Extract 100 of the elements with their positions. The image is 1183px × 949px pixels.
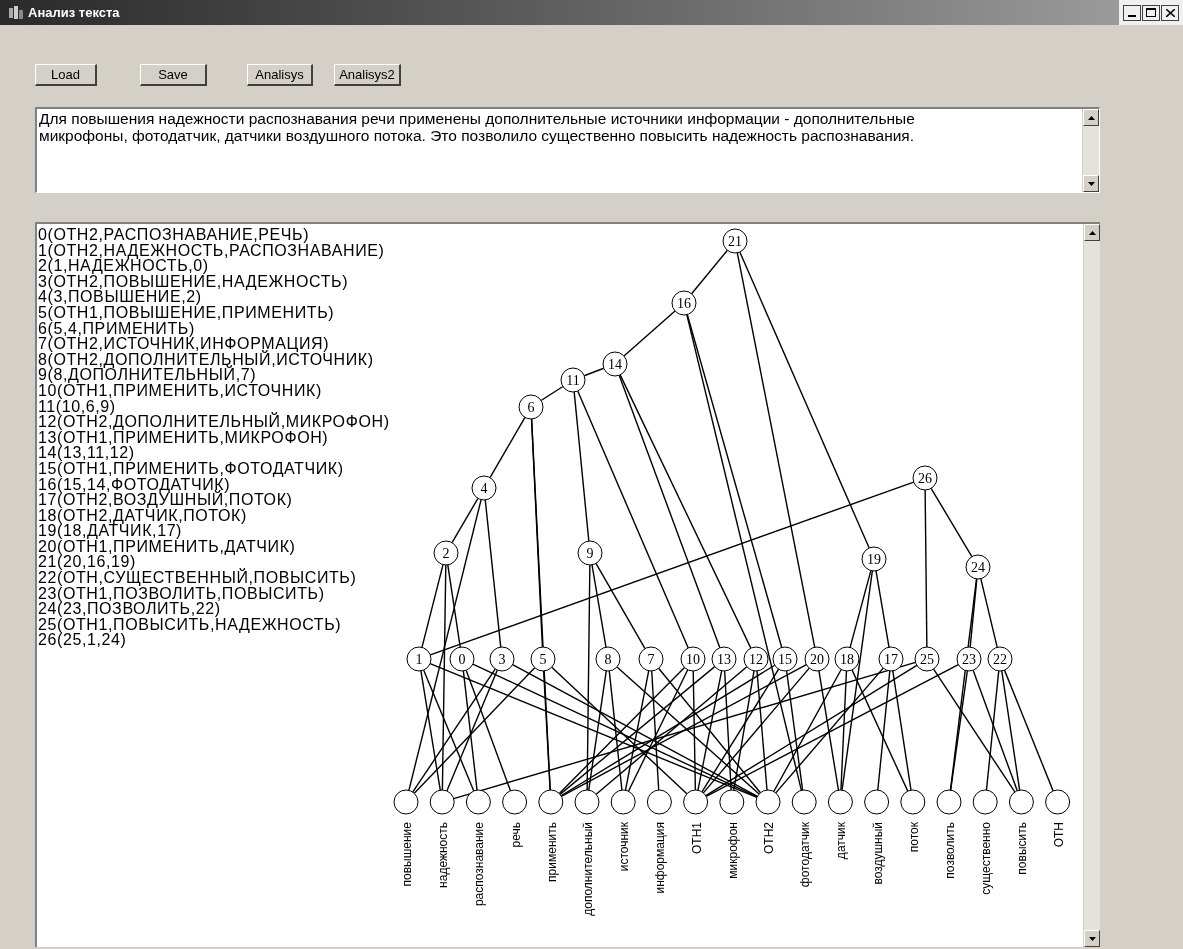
- down-arrow-icon: [1088, 936, 1096, 941]
- toolbar-button[interactable]: Analisys2: [334, 64, 401, 86]
- graph-node: 4: [471, 475, 497, 501]
- leaf-label: фотодатчик: [798, 822, 813, 888]
- graph-node: 22: [987, 646, 1013, 672]
- down-arrow-icon: [1087, 181, 1095, 186]
- leaf-node: [719, 789, 745, 815]
- graph-node: 20: [804, 646, 830, 672]
- relation-line: 3(ОТН2,ПОВЫШЕНИЕ,НАДЕЖНОСТЬ): [38, 273, 349, 290]
- relation-line: 7(ОТН2,ИСТОЧНИК,ИНФОРМАЦИЯ): [38, 336, 330, 352]
- graph-node: 3: [489, 646, 515, 672]
- minimize-button[interactable]: [1123, 4, 1141, 21]
- toolbar-button[interactable]: Load: [35, 64, 97, 86]
- leaf-node: [936, 789, 962, 815]
- leaf-node: [755, 789, 781, 815]
- relation-line: 5(ОТН1,ПОВЫШЕНИЕ,ПРИМЕНИТЬ): [38, 304, 335, 321]
- relation-line: 23(ОТН1,ПОЗВОЛИТЬ,ПОВЫСИТЬ): [38, 585, 325, 602]
- leaf-label: повышение: [400, 822, 414, 887]
- relation-line: 12(ОТН2,ДОПОЛНИТЕЛЬНЫЙ,МИКРОФОН): [38, 414, 390, 430]
- leaf-node: [683, 789, 709, 815]
- leaf-label: ОТН2: [762, 822, 776, 854]
- close-button[interactable]: [1161, 4, 1179, 21]
- leaf-label: дополнительный: [581, 822, 595, 916]
- relation-line: 25(ОТН1,ПОВЫСИТЬ,НАДЕЖНОСТЬ): [38, 616, 342, 633]
- text-area[interactable]: [35, 107, 1100, 193]
- graph-node: 21: [722, 228, 748, 254]
- graph-node: 25: [914, 646, 940, 672]
- relation-line: 18(ОТН2,ДАТЧИК,ПОТОК): [38, 507, 247, 524]
- graph-node: 5: [530, 646, 556, 672]
- leaf-node: [610, 789, 636, 815]
- leaf-label: источник: [617, 822, 632, 872]
- leaf-node: [827, 789, 853, 815]
- leaf-node: [1045, 789, 1071, 815]
- scroll-down-button[interactable]: [1084, 930, 1100, 947]
- relation-line: 2(1,НАДЕЖНОСТЬ,0): [38, 258, 209, 274]
- leaf-node: [1008, 789, 1034, 815]
- relation-line: 15(ОТН1,ПРИМЕНИТЬ,ФОТОДАТЧИК): [38, 460, 344, 477]
- graph-node: 12: [743, 646, 769, 672]
- graph-node: 24: [965, 554, 991, 580]
- relation-line: 13(ОТН1,ПРИМЕНИТЬ,МИКРОФОН): [38, 429, 329, 446]
- leaf-node: [465, 789, 491, 815]
- relation-line: 9(8,ДОПОЛНИТЕЛЬНЫЙ,7): [38, 367, 257, 383]
- leaf-label: применить: [544, 822, 559, 882]
- graph-node: 16: [671, 290, 697, 316]
- scroll-up-button[interactable]: [1083, 109, 1099, 126]
- leaf-label: распознавание: [472, 822, 487, 907]
- graph-node: 19: [861, 546, 887, 572]
- relation-line: 22(ОТН,СУЩЕСТВЕННЫЙ,ПОВЫСИТЬ): [38, 570, 357, 586]
- leaf-node: [791, 789, 817, 815]
- leaf-node: [646, 789, 672, 815]
- edge-line: [690, 249, 729, 295]
- leaf-node: [429, 789, 455, 815]
- graph-node: 10: [680, 646, 706, 672]
- window-title: Анализ текста: [28, 3, 120, 22]
- edge-line: [980, 577, 998, 649]
- leaf-label: позволить: [943, 822, 957, 879]
- graph-node: 26: [912, 465, 938, 491]
- graph-node: 18: [834, 646, 860, 672]
- leaf-node: [393, 789, 419, 815]
- scroll-down-button[interactable]: [1083, 175, 1099, 192]
- toolbar-button[interactable]: Analisys: [247, 64, 313, 86]
- edge-line: [930, 487, 973, 558]
- graph-node: 17: [878, 646, 904, 672]
- relation-line: 17(ОТН2,ВОЗДУШНЫЙ,ПОТОК): [38, 492, 293, 508]
- leaf-label: существенно: [979, 822, 994, 895]
- relation-line: 0(ОТН2,РАСПОЗНАВАНИЕ,РЕЧЬ): [38, 227, 310, 243]
- leaf-label: повысить: [1015, 822, 1030, 875]
- edge-line: [583, 367, 605, 377]
- leaf-label: речь: [508, 822, 523, 848]
- graph-node: 6: [518, 394, 544, 420]
- graph-node: 13: [711, 646, 737, 672]
- text-area-value: Для повышения надежности распознавания речи применены дополнительные источники информации - дополнительные микрофоны, фотодатчик, датчики воздушного потока. Это позволило существенно повысить надежность распознавания.: [39, 110, 916, 144]
- maximize-button[interactable]: [1142, 4, 1160, 21]
- edge-line: [623, 310, 676, 357]
- relation-line: 10(ОТН1,ПРИМЕНИТЬ,ИСТОЧНИК): [38, 382, 322, 399]
- close-icon: [1165, 8, 1175, 17]
- graph-node: 14: [602, 351, 628, 377]
- graph-node: 0: [449, 646, 475, 672]
- leaf-node: [972, 789, 998, 815]
- leaf-label: ОТН1: [689, 822, 704, 854]
- toolbar-button[interactable]: Save: [140, 64, 207, 86]
- graph-node: 8: [595, 646, 621, 672]
- graph-node: 1: [406, 646, 432, 672]
- leaf-node: [900, 789, 926, 815]
- relation-line: 20(ОТН1,ПРИМЕНИТЬ,ДАТЧИК): [38, 538, 296, 555]
- leaf-label: воздушный: [870, 822, 885, 885]
- leaf-label: микрофон: [725, 822, 740, 879]
- leaf-node: [502, 789, 528, 815]
- graph-node: 9: [577, 540, 603, 566]
- leaf-label: ОТН: [1051, 822, 1066, 848]
- scroll-up-button[interactable]: [1084, 224, 1100, 241]
- leaf-label: датчик: [834, 822, 849, 860]
- up-arrow-icon: [1088, 230, 1096, 235]
- app-icon: [8, 5, 24, 20]
- leaf-node: [574, 789, 600, 815]
- leaf-node: [538, 789, 564, 815]
- graph-node: 2: [433, 540, 459, 566]
- leaf-node: [864, 789, 890, 815]
- graph-node: 7: [638, 646, 664, 672]
- graph-node: 23: [956, 646, 982, 672]
